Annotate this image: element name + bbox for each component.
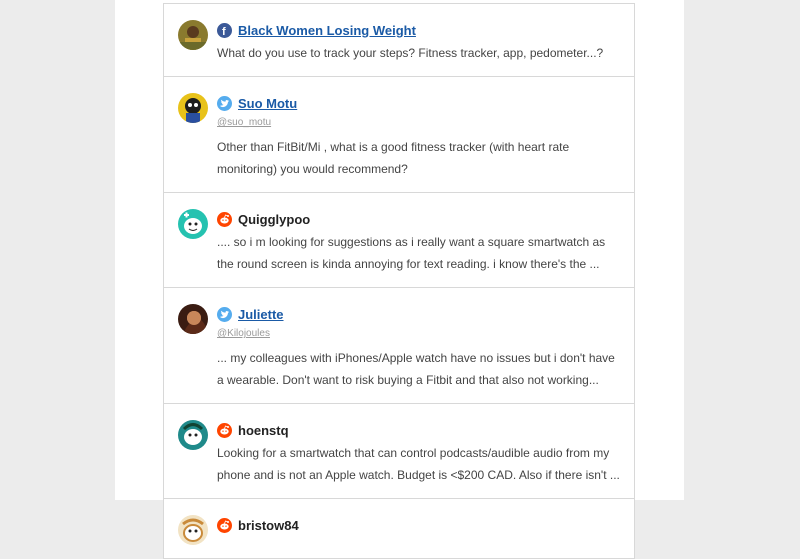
author-handle[interactable]: @Kilojoules (217, 328, 620, 339)
author-link[interactable]: Black Women Losing Weight (238, 23, 416, 38)
author-name: Quigglypoo (238, 211, 311, 227)
list-item: bristow84 (164, 499, 634, 559)
avatar[interactable] (178, 304, 208, 334)
reddit-icon (217, 211, 232, 227)
reddit-icon (217, 517, 232, 533)
post-text: Other than FitBit/Mi , what is a good fi… (217, 140, 570, 176)
post-text: What do you use to track your steps? Fit… (217, 46, 604, 60)
author-link[interactable]: Suo Motu (238, 96, 297, 111)
twitter-icon (217, 306, 232, 322)
avatar[interactable] (178, 20, 208, 50)
list-item: Suo Motu @suo_motu Other than FitBit/Mi … (164, 77, 634, 193)
author-handle[interactable]: @suo_motu (217, 117, 620, 128)
author-name: bristow84 (238, 517, 299, 533)
facebook-icon: f (217, 22, 232, 38)
twitter-icon (217, 95, 232, 111)
reddit-icon (217, 422, 232, 438)
list-item: hoenstq Looking for a smartwatch that ca… (164, 404, 634, 499)
svg-text:f: f (222, 26, 226, 38)
avatar[interactable] (178, 420, 208, 450)
list-item: Quigglypoo .... so i m looking for sugge… (164, 193, 634, 288)
mentions-feed: f Black Women Losing Weight What do you … (163, 3, 635, 559)
avatar[interactable] (178, 209, 208, 239)
list-item: f Black Women Losing Weight What do you … (164, 4, 634, 77)
post-text: Looking for a smartwatch that can contro… (217, 446, 620, 482)
avatar[interactable] (178, 93, 208, 123)
post-text: .... so i m looking for suggestions as i… (217, 235, 606, 271)
list-item: Juliette @Kilojoules ... my colleagues w… (164, 288, 634, 404)
author-link[interactable]: Juliette (238, 307, 284, 322)
avatar[interactable] (178, 515, 208, 545)
author-name: hoenstq (238, 422, 289, 438)
post-text: ... my colleagues with iPhones/Apple wat… (217, 351, 615, 387)
